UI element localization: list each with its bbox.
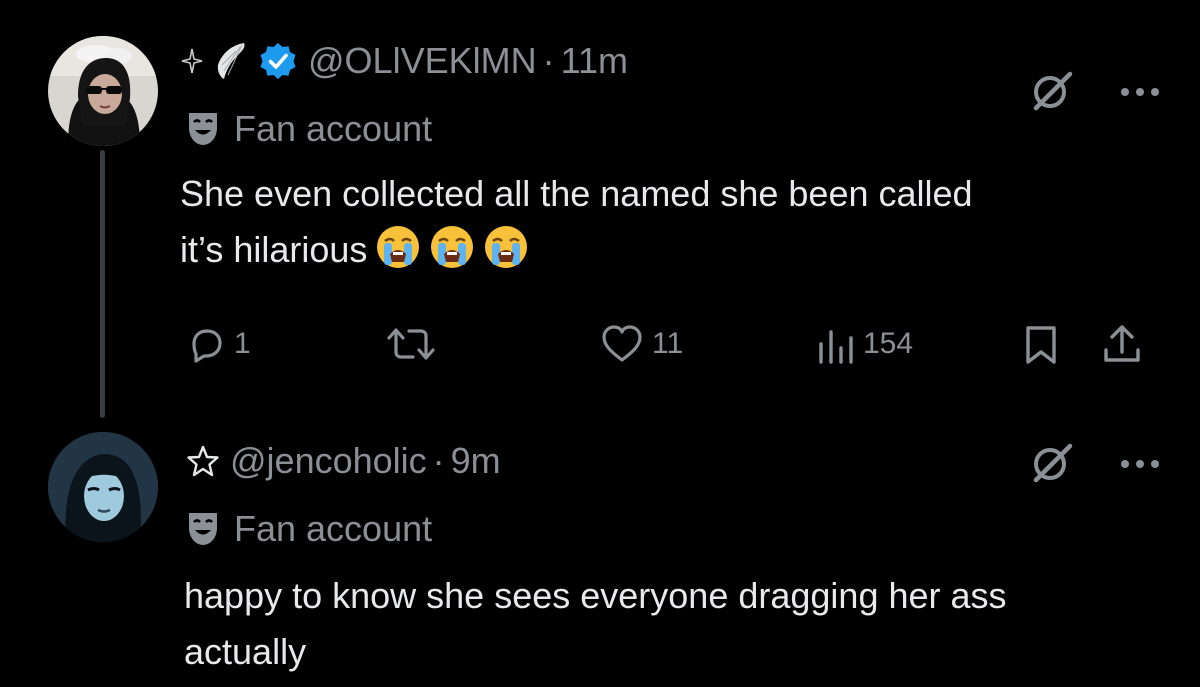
heart-icon xyxy=(602,325,642,362)
theater-masks-icon xyxy=(186,110,220,148)
share-button[interactable] xyxy=(1100,322,1144,366)
fan-account-label: Fan account xyxy=(186,508,432,550)
label-text: Fan account xyxy=(234,508,433,549)
timestamp[interactable]: 9m xyxy=(451,440,501,482)
tweet-text: happy to know she sees everyone dragging… xyxy=(184,568,1164,680)
tweet-header-actions xyxy=(1030,68,1160,117)
crying-face-icon xyxy=(483,224,529,270)
tweet-text-line-1: happy to know she sees everyone dragging… xyxy=(184,575,1007,616)
avatar[interactable] xyxy=(48,432,158,542)
reply-button[interactable]: 1 xyxy=(186,324,251,364)
handle[interactable]: @OLlVEKlMN xyxy=(308,40,537,82)
separator-dot: · xyxy=(542,40,555,81)
tweet-text-line: She even collected all the named she bee… xyxy=(180,166,1160,222)
like-count: 11 xyxy=(652,327,684,360)
tweet-actions: 1 11 154 xyxy=(0,318,1200,368)
star-outline-icon xyxy=(186,444,220,478)
thread-line xyxy=(100,150,105,418)
grok-icon[interactable] xyxy=(1030,440,1074,489)
retweet-button[interactable] xyxy=(385,324,445,364)
tweet-header-actions xyxy=(1030,440,1160,489)
tweet-text: She even collected all the named she bee… xyxy=(180,166,1160,278)
more-options-icon[interactable] xyxy=(1120,84,1160,102)
angel-wing-icon xyxy=(214,41,248,81)
timestamp[interactable]: 11m xyxy=(561,40,628,82)
views-button[interactable]: 154 xyxy=(815,324,913,364)
tweet-text-line-2: it’s hilarious xyxy=(180,229,368,270)
share-icon xyxy=(1104,325,1140,362)
fan-account-label: Fan account xyxy=(186,108,432,150)
theater-masks-icon xyxy=(186,510,220,548)
crying-face-icon xyxy=(429,224,475,270)
tweet-header: @OLlVEKlMN · 11m xyxy=(180,40,628,82)
tweet-text-line-2: actually xyxy=(184,631,307,672)
separator-dot: · xyxy=(432,440,445,481)
reply-count: 1 xyxy=(234,327,251,360)
label-text: Fan account xyxy=(234,108,433,149)
reply-icon xyxy=(192,329,222,363)
more-options-icon[interactable] xyxy=(1120,456,1160,474)
bookmark-button[interactable] xyxy=(1024,324,1058,366)
sparkle-icon xyxy=(180,47,204,75)
bookmark-icon xyxy=(1026,326,1056,364)
verified-badge-icon[interactable] xyxy=(258,41,298,81)
tweet-header: @jencoholic · 9m xyxy=(186,440,501,482)
avatar[interactable] xyxy=(48,36,158,146)
tweet-text-line-1: She even collected all the named she bee… xyxy=(180,173,973,214)
views-chart-icon xyxy=(819,330,853,364)
crying-face-icon xyxy=(375,224,421,270)
retweet-icon xyxy=(387,328,435,360)
handle[interactable]: @jencoholic xyxy=(230,440,427,482)
tweet-text-line: it’s hilarious xyxy=(180,222,1160,278)
views-count: 154 xyxy=(863,327,914,360)
grok-icon[interactable] xyxy=(1030,68,1074,117)
like-button[interactable]: 11 xyxy=(600,324,683,364)
